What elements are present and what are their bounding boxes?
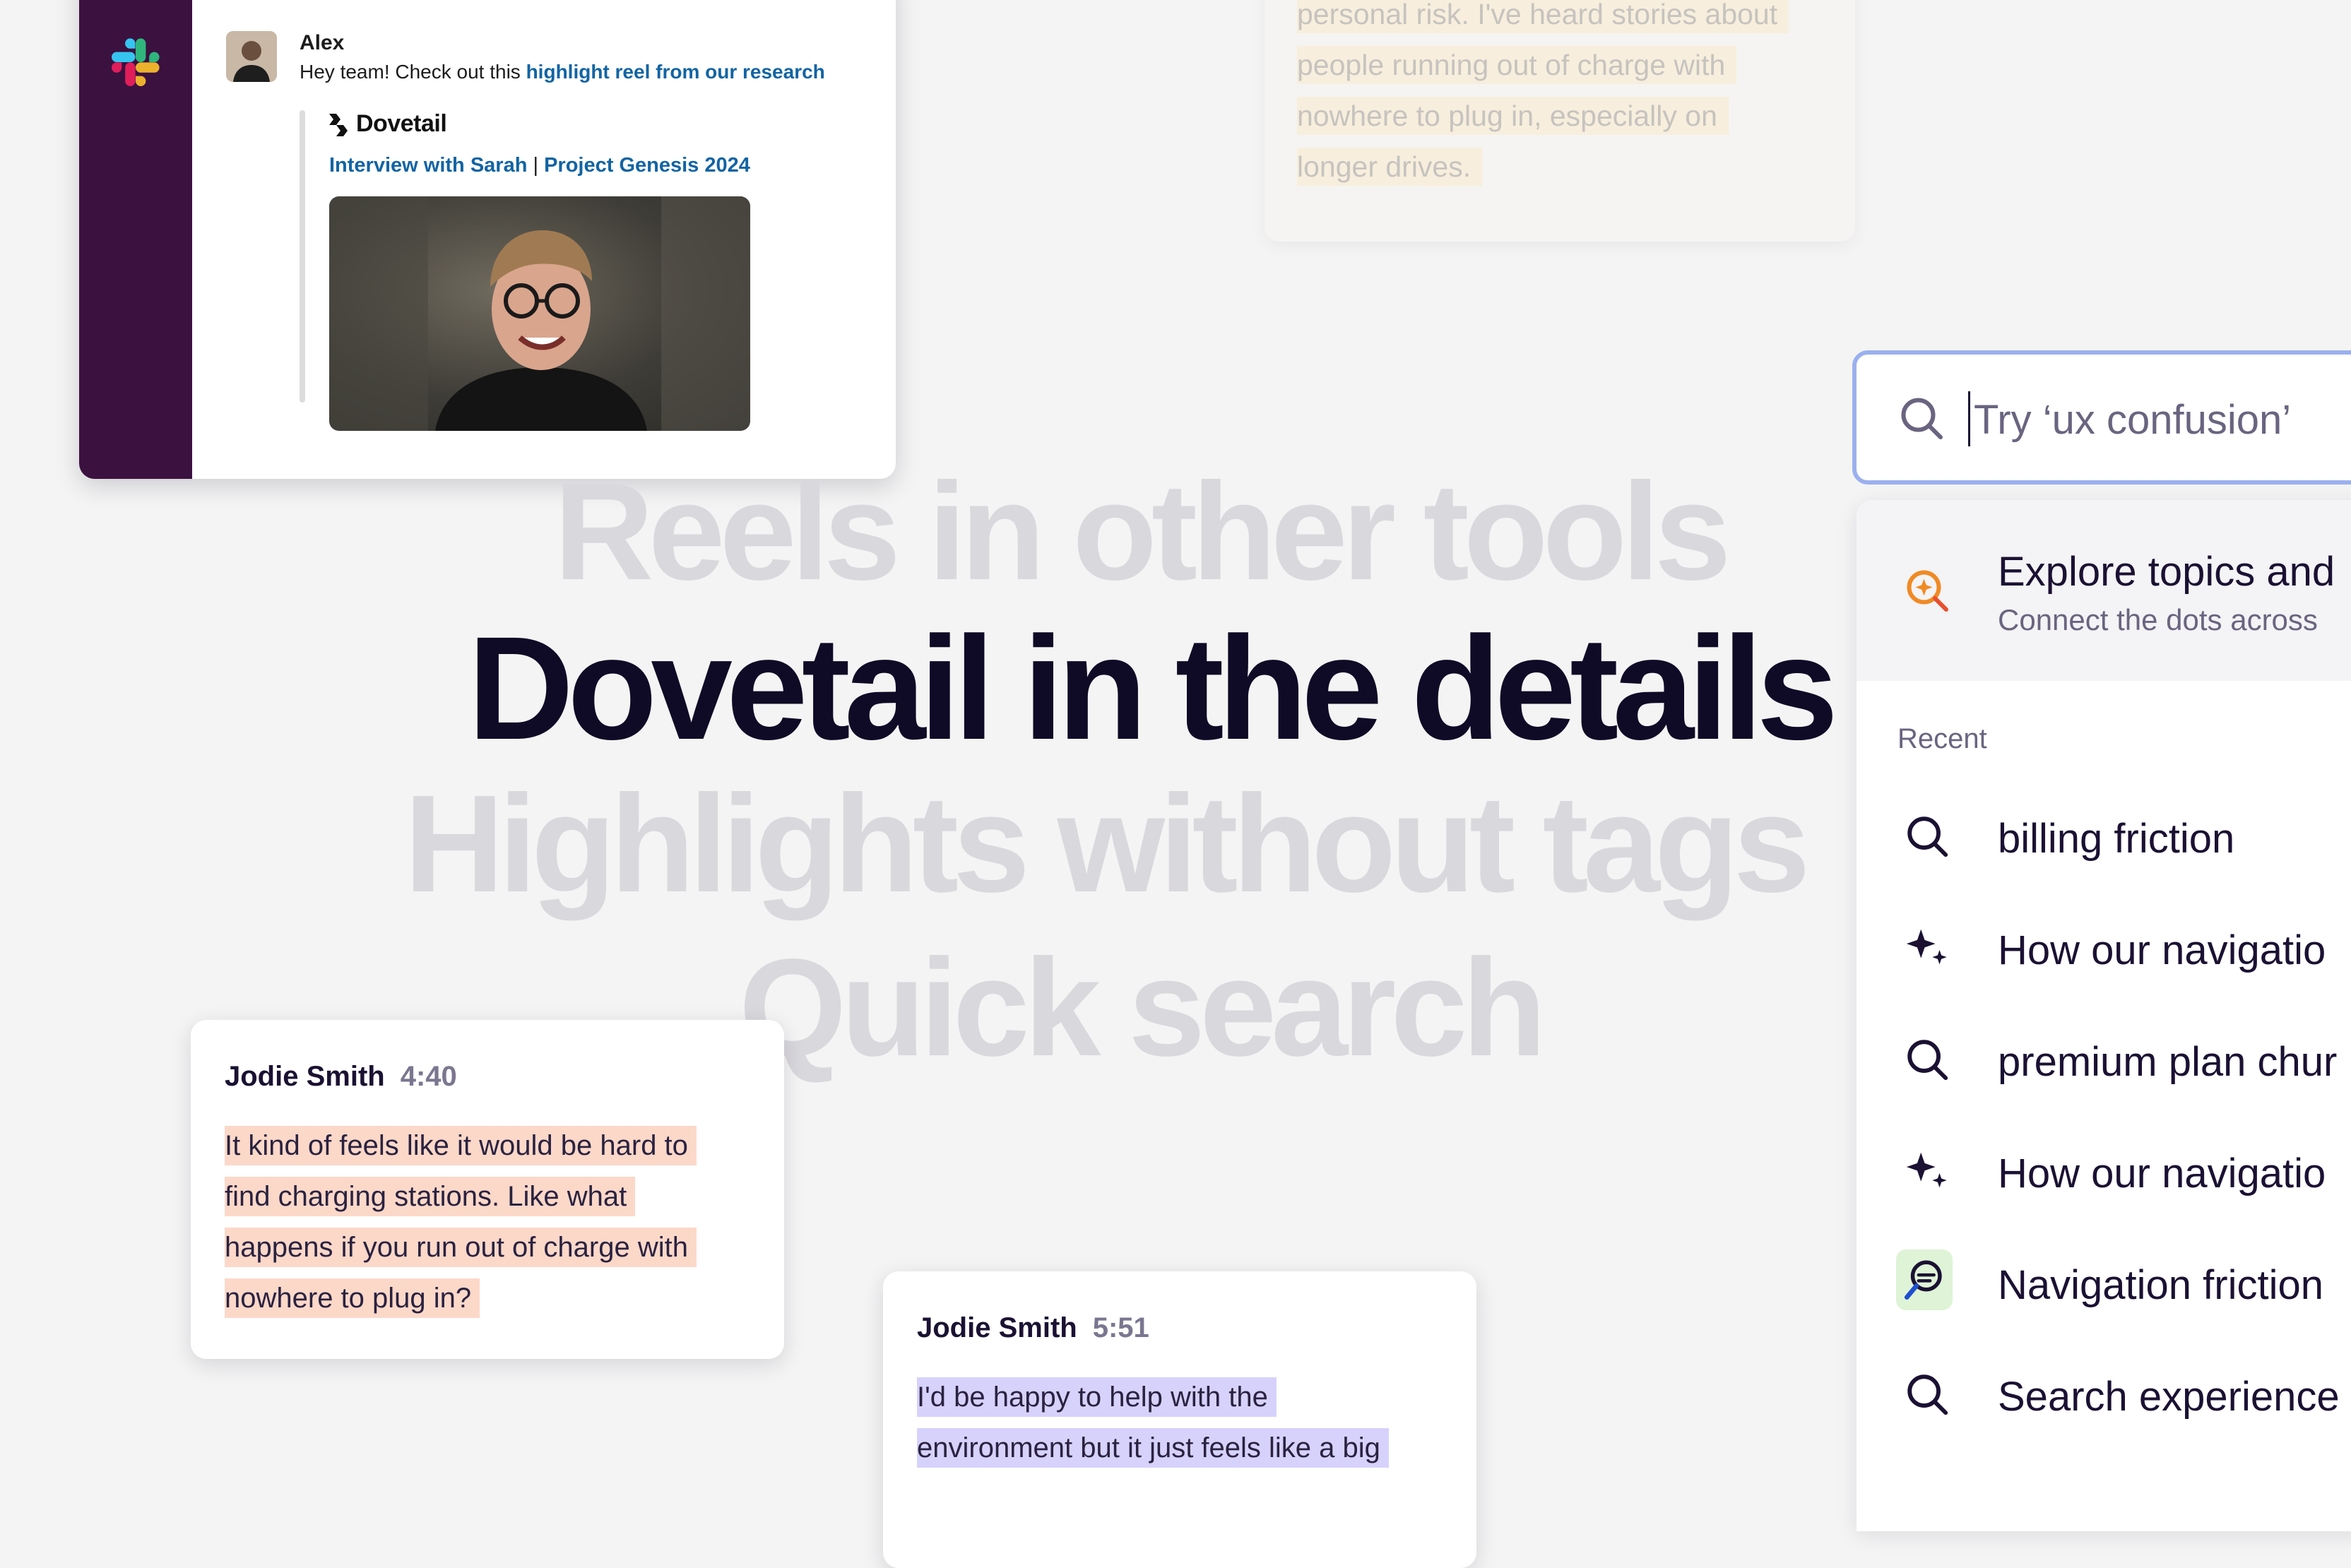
recent-item[interactable]: How our navigatio [1856,1126,2351,1218]
explore-icon [1907,570,1948,612]
explore-subtitle: Connect the dots across [1998,603,2318,636]
timestamp[interactable]: 4:40 [401,1061,457,1092]
recent-item[interactable]: Navigation friction [1856,1237,2351,1329]
quote-line: find charging stations. Like what [225,1177,636,1216]
speaker-line: Jodie Smith 5:51 [917,1312,1149,1344]
quote-line: happens if you run out of charge with [225,1228,697,1267]
quote-line: It kind of feels like it would be hard t… [225,1126,697,1165]
recent-item[interactable]: billing friction [1856,791,2351,883]
recent-item[interactable]: How our navigatio [1856,903,2351,994]
highlight-quote: I'd be happy to help with the environmen… [917,1372,1454,1473]
speaker-name: Jodie Smith [225,1061,385,1092]
video-thumbnail[interactable] [329,196,750,431]
dovetail-logo-icon [329,113,348,136]
headline-highlights: Highlights without tags [404,766,1811,921]
speaker-line: Jodie Smith 4:40 [225,1061,457,1093]
embed-brand: Dovetail [328,110,447,138]
search-input[interactable] [1972,386,2351,453]
highlight-card[interactable]: Jodie Smith 5:51 I'd be happy to help wit… [883,1271,1476,1568]
message-text: Hey team! Check out this highlight reel … [300,61,825,83]
video-person-image [329,196,750,431]
faded-quote-line: personal risk. I've heard stories about [1297,0,1789,33]
highlight-quote: It kind of feels like it would be hard t… [225,1120,762,1324]
headline-quick-search: Quick search [739,930,1546,1085]
message-prefix: Hey team! Check out this [300,61,526,83]
faded-quote-card: personal risk. I've heard stories about … [1265,0,1855,242]
faded-quote-line: people running out of charge with [1297,46,1737,84]
slack-logo-icon [112,38,160,86]
quote-line: I'd be happy to help with the [917,1377,1277,1417]
slack-message-body: Alex Hey team! Check out this highlight … [192,0,896,479]
explore-title: Explore topics and [1998,549,2335,595]
slack-message-card: Alex Hey team! Check out this highlight … [79,0,896,479]
search-icon [1907,1374,1948,1415]
search-dropdown: Explore topics and Connect the dots acro… [1856,500,2351,1531]
recent-item-label: Navigation friction [1998,1262,2323,1308]
recent-item-label: billing friction [1998,816,2235,862]
search-box[interactable] [1852,350,2351,485]
embed-brand-name: Dovetail [356,110,447,137]
slack-sidebar [79,0,192,479]
faded-quote-line: longer drives. [1297,148,1483,186]
search-icon [1907,1040,1948,1081]
avatar [226,31,277,82]
quote-line: environment but it just feels like a big [917,1428,1389,1468]
text-caret [1968,391,1970,446]
recent-label: Recent [1897,723,1987,754]
headline-main: Dovetail in the details [468,607,1838,771]
highlight-reel-link[interactable]: highlight reel from our research [526,61,825,83]
topic-icon [1896,1249,1953,1310]
embed-divider [300,110,305,403]
recent-item[interactable]: Search experience [1856,1349,2351,1441]
embed-separator: | [527,154,545,177]
faded-quote-line: nowhere to plug in, especially on [1297,97,1729,135]
faded-quote-text: personal risk. I've heard stories about … [1297,0,1834,192]
recent-item[interactable]: premium plan chur [1856,1014,2351,1106]
recent-item-label: How our navigatio [1998,927,2326,973]
interview-link[interactable]: Interview with Sarah [329,154,527,177]
headline-reels: Reels in other tools [554,454,1731,609]
highlight-card[interactable]: Jodie Smith 4:40 It kind of feels like it… [191,1020,784,1359]
avatar-image [226,31,277,82]
message-author: Alex [300,31,345,54]
recent-item-label: How our navigatio [1998,1151,2326,1196]
speaker-name: Jodie Smith [917,1312,1077,1343]
search-icon [1901,398,1943,439]
recent-item-label: Search experience [1998,1374,2340,1420]
recent-item-label: premium plan chur [1998,1039,2338,1085]
timestamp[interactable]: 5:51 [1093,1312,1149,1343]
sparkle-icon [1906,1152,1947,1188]
sparkle-icon [1906,929,1947,965]
explore-topics-row[interactable]: Explore topics and Connect the dots acro… [1856,500,2351,681]
embed-links: Interview with Sarah | Project Genesis 2… [329,154,750,177]
quote-line: nowhere to plug in? [225,1278,480,1318]
search-icon [1907,816,1948,857]
project-link[interactable]: Project Genesis 2024 [544,154,750,177]
